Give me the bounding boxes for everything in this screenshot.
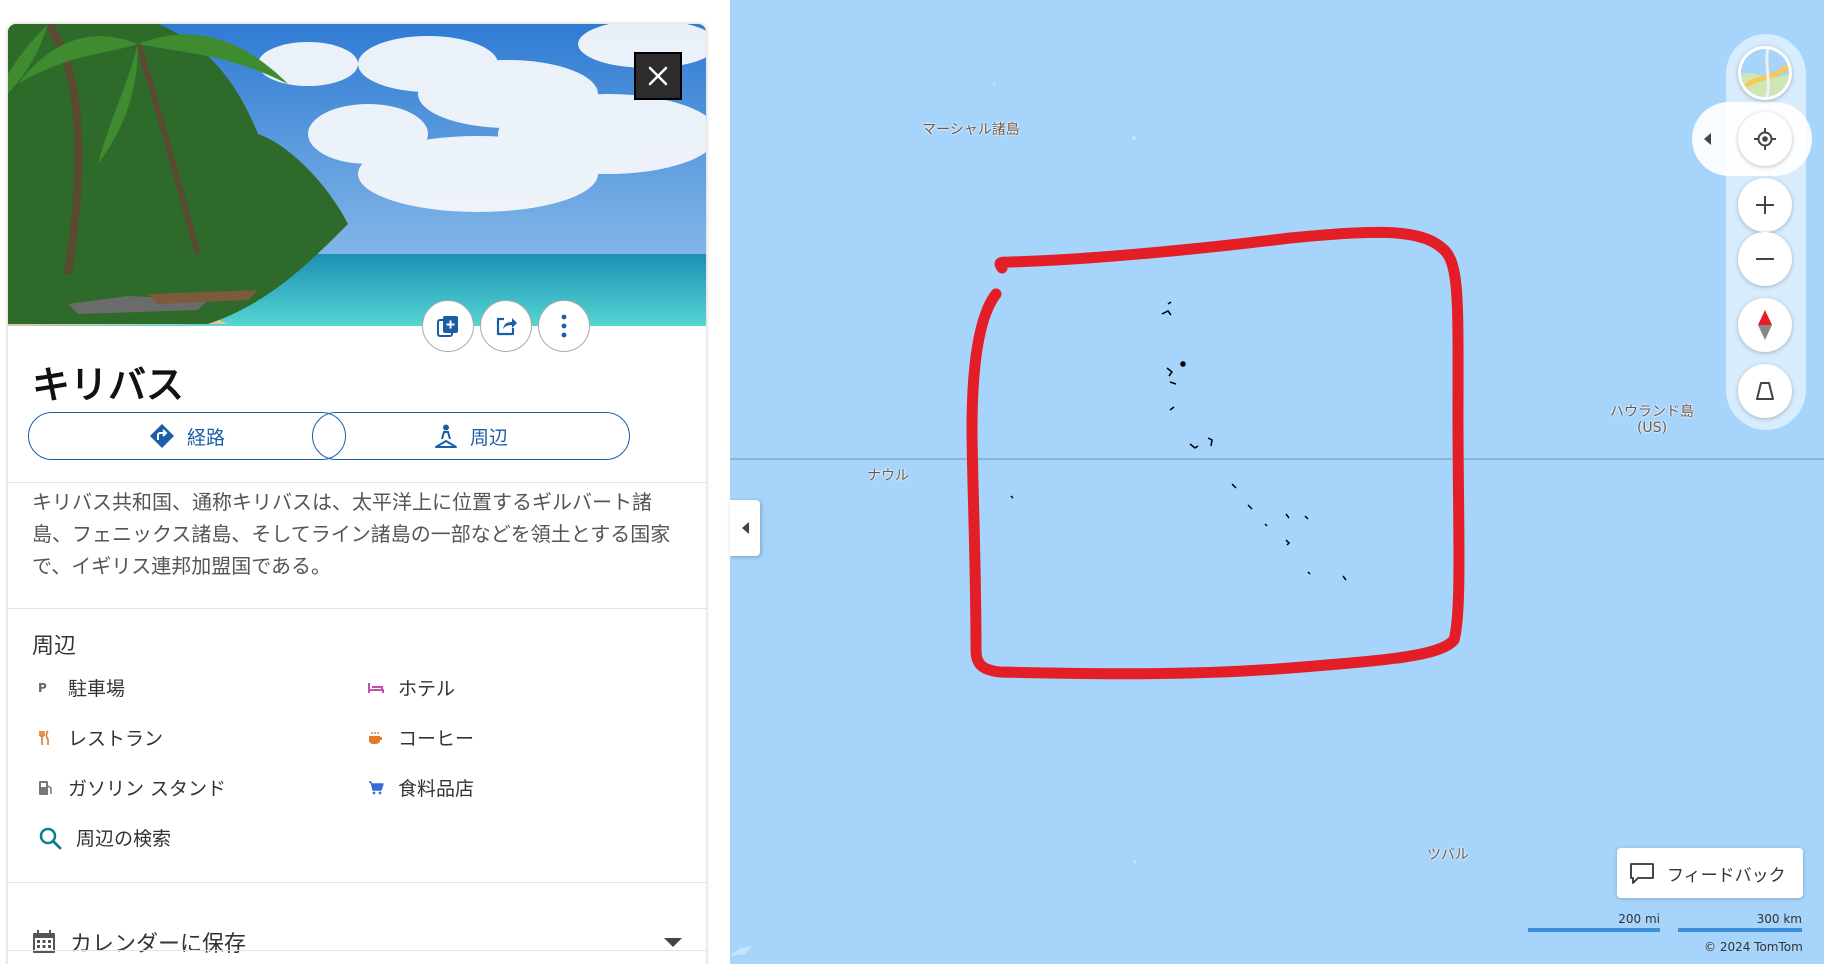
- more-options-button[interactable]: [538, 300, 590, 352]
- scale-bar-miles: 200 mi: [1528, 912, 1660, 932]
- feedback-button[interactable]: フィードバック: [1617, 848, 1803, 898]
- route-button[interactable]: 経路: [28, 412, 346, 460]
- plus-icon: [1756, 196, 1774, 214]
- scale-miles-bar: [1528, 928, 1660, 932]
- compass-button[interactable]: [1738, 298, 1792, 352]
- island-group: [1010, 301, 1347, 581]
- red-annotation-outline: [966, 226, 1465, 680]
- nearby-item-gas-station[interactable]: ガソリン スタンド: [38, 774, 226, 801]
- nearby-search-link[interactable]: 周辺の検索: [38, 824, 171, 851]
- divider: [8, 882, 706, 883]
- divider: [8, 950, 706, 951]
- nearby-item-label: コーヒー: [398, 728, 475, 750]
- nearby-person-icon: [434, 424, 457, 448]
- chevron-left-icon: [1704, 133, 1711, 145]
- map-style-button[interactable]: [1738, 46, 1792, 100]
- app-root: マーシャル諸島 ナウル ハウランド島 (US) ツバル フィードバック 200 …: [0, 0, 1824, 964]
- divider: [8, 482, 706, 483]
- nearby-item-hotel[interactable]: ホテル: [368, 674, 455, 701]
- 3d-tilt-icon: [1756, 382, 1774, 400]
- chat-bubble-icon: [1630, 863, 1654, 884]
- directions-icon: [149, 424, 174, 448]
- map-canvas[interactable]: マーシャル諸島 ナウル ハウランド島 (US) ツバル フィードバック 200 …: [730, 0, 1824, 964]
- map-label-howland-island[interactable]: ハウランド島 (US): [1602, 404, 1702, 436]
- coffee-icon: [368, 731, 398, 745]
- share-icon: [496, 317, 517, 336]
- map-label-marshall-islands[interactable]: マーシャル諸島: [922, 122, 1020, 138]
- beach-photo: [8, 24, 706, 326]
- map-copyright[interactable]: © 2024 TomTom: [1704, 940, 1803, 954]
- close-button[interactable]: [634, 52, 682, 100]
- place-description: キリバス共和国、通称キリバスは、太平洋上に位置するギルバート諸島、フェニックス諸…: [32, 490, 671, 578]
- compass-icon: [1758, 310, 1772, 340]
- nearby-button[interactable]: 周辺: [312, 412, 630, 460]
- close-icon: [648, 66, 668, 86]
- gas-station-icon: [38, 780, 68, 796]
- grocery-icon: [368, 780, 398, 795]
- parking-icon: P: [38, 680, 47, 695]
- nearby-label: 周辺: [469, 426, 508, 449]
- zoom-in-button[interactable]: [1738, 178, 1792, 232]
- map-layers-icon: [1741, 49, 1789, 97]
- map-label-howland-name: ハウランド島: [1610, 404, 1694, 420]
- nearby-item-parking[interactable]: P 駐車場: [38, 674, 125, 701]
- share-button[interactable]: [480, 300, 532, 352]
- scale-km-label: 300 km: [1756, 912, 1802, 926]
- search-icon: [38, 826, 68, 850]
- chevron-down-icon: [664, 938, 682, 947]
- restaurant-icon: [38, 729, 68, 746]
- nearby-item-grocery[interactable]: 食料品店: [368, 774, 474, 801]
- nearby-item-label: レストラン: [68, 728, 164, 750]
- nearby-section-heading: 周辺: [32, 634, 77, 659]
- nearby-search-label: 周辺の検索: [76, 828, 172, 850]
- nearby-item-label: ホテル: [398, 678, 456, 700]
- tilt-button[interactable]: [1738, 364, 1792, 418]
- route-label: 経路: [186, 426, 225, 449]
- scale-km-bar: [1678, 928, 1802, 932]
- place-title: キリバス: [32, 363, 185, 407]
- hotel-icon: [368, 682, 398, 694]
- scale-bar-km: 300 km: [1678, 912, 1802, 932]
- place-details-panel: キリバス 経路 周辺 キリバス共和国、通称キリバスは、太平洋上に位置するギルバー…: [8, 24, 706, 964]
- chevron-left-icon: [741, 522, 749, 534]
- zoom-out-button[interactable]: [1738, 232, 1792, 286]
- map-label-nauru[interactable]: ナウル: [867, 468, 909, 484]
- nearby-item-label: 食料品店: [398, 778, 475, 800]
- locate-button[interactable]: [1738, 112, 1792, 166]
- reef-marks: [730, 82, 1137, 956]
- save-to-calendar-toggle[interactable]: カレンダーに保存: [32, 922, 682, 962]
- hero-image[interactable]: [8, 24, 706, 326]
- more-vertical-icon: [561, 314, 567, 338]
- map-label-tuvalu[interactable]: ツバル: [1427, 847, 1469, 863]
- add-to-collection-icon: [437, 316, 458, 337]
- scale-miles-label: 200 mi: [1618, 912, 1660, 926]
- nearby-item-restaurant[interactable]: レストラン: [38, 724, 163, 751]
- feedback-label: フィードバック: [1667, 865, 1786, 886]
- divider: [8, 608, 706, 609]
- save-to-collection-button[interactable]: [422, 300, 474, 352]
- nearby-item-label: ガソリン スタンド: [68, 778, 227, 800]
- nearby-item-label: 駐車場: [68, 678, 126, 700]
- panel-collapse-button[interactable]: [730, 500, 760, 556]
- map-label-howland-us: (US): [1636, 420, 1668, 436]
- minus-icon: [1756, 258, 1774, 260]
- nearby-item-coffee[interactable]: コーヒー: [368, 724, 474, 751]
- locate-me-icon: [1754, 128, 1776, 150]
- calendar-label: カレンダーに保存: [70, 932, 247, 957]
